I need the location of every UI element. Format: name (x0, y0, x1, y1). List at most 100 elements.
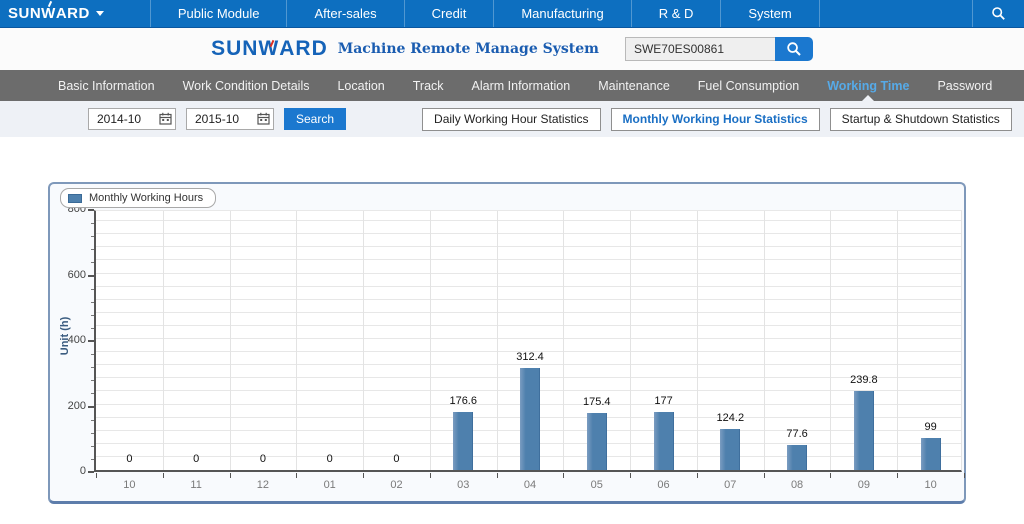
bar-value-label: 0 (99, 453, 159, 465)
calendar-icon[interactable] (257, 112, 270, 125)
nav-item-basic-information[interactable]: Basic Information (44, 70, 169, 101)
x-axis-tick-label: 03 (433, 479, 493, 491)
x-axis-tick-label: 10 (99, 479, 159, 491)
statistics-buttons: Daily Working Hour Statistics Monthly Wo… (422, 108, 1012, 131)
header-search-button[interactable] (775, 37, 813, 61)
calendar-icon[interactable] (159, 112, 172, 125)
x-axis-tick-label: 04 (500, 479, 560, 491)
logo-text: SUNW (211, 37, 279, 60)
y-axis-minor-tick (91, 262, 94, 263)
bar-value-label: 177 (634, 395, 694, 407)
menu-item-credit[interactable]: Credit (404, 0, 494, 27)
x-axis-tick (964, 473, 965, 478)
bar-value-label: 77.6 (767, 428, 827, 440)
stats-button-monthly[interactable]: Monthly Working Hour Statistics (611, 108, 820, 131)
bar-value-label: 312.4 (500, 351, 560, 363)
chevron-down-icon (96, 11, 104, 16)
y-axis-minor-tick (91, 328, 94, 329)
nav-item-track[interactable]: Track (399, 70, 458, 101)
x-axis-tick-label: 11 (166, 479, 226, 491)
y-axis-tick-label: 400 (50, 334, 86, 346)
bar (587, 413, 607, 470)
gridline-v (497, 211, 498, 470)
y-axis-minor-tick (91, 420, 94, 421)
top-bar: SUNWARD Public Module After-sales Credit… (0, 0, 1024, 28)
menu-item-after-sales[interactable]: After-sales (286, 0, 403, 27)
bar (654, 412, 674, 470)
gridline-v (764, 211, 765, 470)
bar-value-label: 124.2 (700, 412, 760, 424)
bar (921, 438, 941, 470)
gridline-v (697, 211, 698, 470)
nav-item-working-time[interactable]: Working Time (813, 70, 923, 101)
menu-item-system[interactable]: System (720, 0, 819, 27)
x-axis-tick (563, 473, 564, 478)
gridline-v (430, 211, 431, 470)
x-axis-tick (830, 473, 831, 478)
gridline-v (230, 211, 231, 470)
x-axis-tick (230, 473, 231, 478)
y-axis-tick (88, 275, 94, 277)
x-axis-tick (630, 473, 631, 478)
gridline-v (296, 211, 297, 470)
stats-button-daily[interactable]: Daily Working Hour Statistics (422, 108, 601, 131)
gridline-v (830, 211, 831, 470)
chart-legend: Monthly Working Hours (60, 188, 216, 208)
bar (520, 368, 540, 470)
date-to-field (186, 108, 274, 130)
bar-value-label: 239.8 (834, 374, 894, 386)
nav-item-fuel-consumption[interactable]: Fuel Consumption (684, 70, 813, 101)
nav-item-maintenance[interactable]: Maintenance (584, 70, 684, 101)
y-axis-minor-tick (91, 446, 94, 447)
nav-item-label: Working Time (827, 79, 909, 93)
gridline-v (363, 211, 364, 470)
section-nav: Basic Information Work Condition Details… (0, 70, 1024, 101)
header: SUNWARD Machine Remote Manage System (0, 28, 1024, 70)
x-axis-tick (163, 473, 164, 478)
bar-value-label: 176.6 (433, 395, 493, 407)
y-axis-minor-tick (91, 380, 94, 381)
x-axis-tick-label: 06 (634, 479, 694, 491)
x-axis-tick-label: 01 (300, 479, 360, 491)
nav-item-location[interactable]: Location (323, 70, 398, 101)
topbar-menu: Public Module After-sales Credit Manufac… (150, 0, 820, 27)
page-title: Machine Remote Manage System (338, 41, 599, 57)
machine-search-input[interactable] (625, 37, 775, 61)
nav-item-work-condition-details[interactable]: Work Condition Details (169, 70, 324, 101)
bar (720, 429, 740, 470)
y-axis-tick (88, 406, 94, 408)
nav-item-password[interactable]: Password (923, 70, 1006, 101)
chart-area: Unit (h) 010011012001002176.603312.40417… (50, 184, 964, 501)
x-axis-tick (363, 473, 364, 478)
y-axis-tick-label: 600 (50, 269, 86, 281)
y-axis-tick (88, 209, 94, 211)
x-axis-tick-label: 08 (767, 479, 827, 491)
menu-item-manufacturing[interactable]: Manufacturing (493, 0, 630, 27)
y-axis-minor-tick (91, 393, 94, 394)
topbar-search-button[interactable] (972, 0, 1024, 27)
gridline-v (630, 211, 631, 470)
nav-item-alarm-information[interactable]: Alarm Information (458, 70, 585, 101)
x-axis-tick-label: 02 (366, 479, 426, 491)
x-axis-tick-label: 05 (567, 479, 627, 491)
legend-swatch (68, 194, 82, 203)
bar-value-label: 0 (300, 453, 360, 465)
bar-value-label: 175.4 (567, 396, 627, 408)
menu-item-public-module[interactable]: Public Module (150, 0, 287, 27)
bar-value-label: 99 (901, 421, 961, 433)
x-axis-tick-label: 12 (233, 479, 293, 491)
y-axis-minor-tick (91, 236, 94, 237)
header-logo: SUNWARD (211, 37, 328, 61)
y-axis-tick (88, 340, 94, 342)
menu-item-r-and-d[interactable]: R & D (631, 0, 721, 27)
sunward-logo[interactable]: SUNWARD (0, 0, 114, 27)
gridline-v (163, 211, 164, 470)
plot-area: 010011012001002176.603312.404175.4051770… (94, 210, 962, 472)
x-axis-tick-label: 10 (901, 479, 961, 491)
stats-button-startup-shutdown[interactable]: Startup & Shutdown Statistics (830, 108, 1012, 131)
x-axis-tick (897, 473, 898, 478)
y-axis-tick (88, 471, 94, 473)
logo-text: ARD (56, 5, 90, 22)
bar-value-label: 0 (233, 453, 293, 465)
search-button[interactable]: Search (284, 108, 346, 130)
